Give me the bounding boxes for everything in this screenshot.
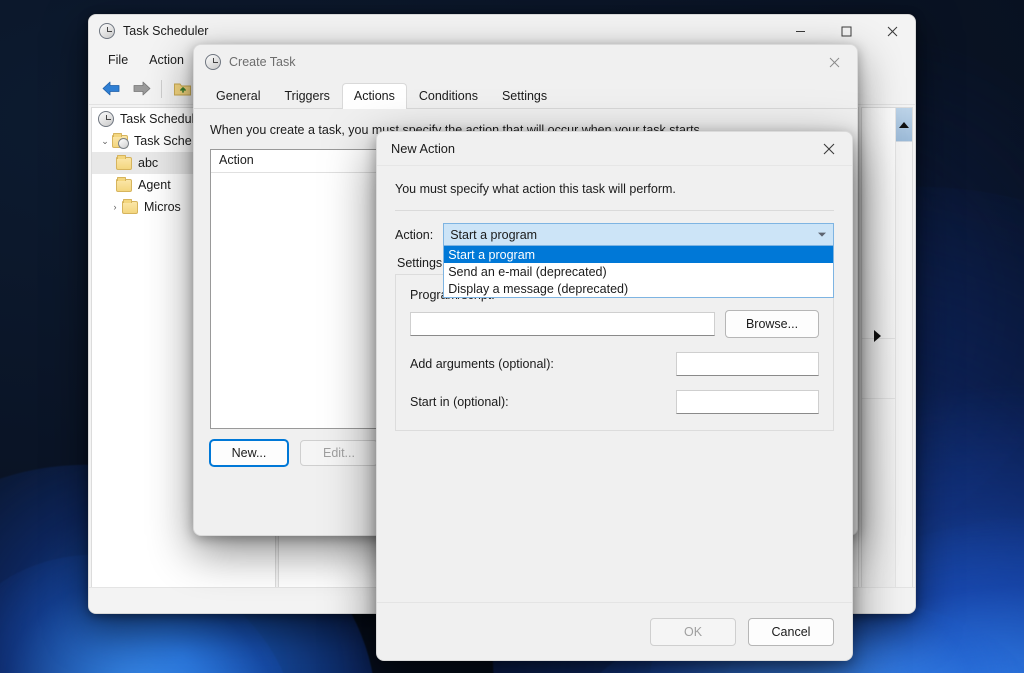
tree-item-label: Task Sche xyxy=(134,134,192,148)
cancel-button[interactable]: Cancel xyxy=(748,618,834,646)
chevron-down-icon[interactable] xyxy=(818,232,826,236)
action-combobox-wrapper: Start a program Start a program Send an … xyxy=(443,223,834,246)
program-script-input[interactable] xyxy=(410,312,715,336)
window-controls xyxy=(777,15,915,47)
browse-button[interactable]: Browse... xyxy=(725,310,819,338)
dialog-title: Create Task xyxy=(229,55,295,69)
tab-general[interactable]: General xyxy=(204,83,272,109)
tab-actions[interactable]: Actions xyxy=(342,83,407,109)
scroll-up-button[interactable] xyxy=(896,108,912,142)
edit-action-button: Edit... xyxy=(300,440,378,466)
action-combobox[interactable]: Start a program xyxy=(443,223,834,246)
arguments-row: Add arguments (optional): xyxy=(410,352,819,376)
folder-icon xyxy=(122,201,138,214)
action-select-row: Action: Start a program Start a program … xyxy=(395,223,834,246)
close-button[interactable] xyxy=(869,15,915,47)
start-in-input[interactable] xyxy=(676,390,819,414)
folder-icon xyxy=(116,179,132,192)
maximize-button[interactable] xyxy=(823,15,869,47)
column-header-action[interactable]: Action xyxy=(211,150,401,172)
tree-item-label: Agent xyxy=(138,178,171,192)
up-folder-icon[interactable] xyxy=(168,76,196,102)
create-task-close-button[interactable] xyxy=(811,45,857,79)
dialog-identity: Create Task xyxy=(194,54,295,70)
menu-file[interactable]: File xyxy=(99,50,137,70)
actions-pane-scrollbar[interactable] xyxy=(895,108,912,612)
option-display-a-message[interactable]: Display a message (deprecated) xyxy=(444,280,833,297)
task-scheduler-titlebar: Task Scheduler xyxy=(89,15,915,47)
new-action-dialog: New Action You must specify what action … xyxy=(376,131,853,661)
new-action-titlebar: New Action xyxy=(377,132,852,166)
create-task-titlebar: Create Task xyxy=(194,45,857,79)
option-start-a-program[interactable]: Start a program xyxy=(444,246,833,263)
program-row: Browse... xyxy=(410,310,819,338)
pane-divider xyxy=(862,398,895,399)
start-in-row: Start in (optional): xyxy=(410,390,819,414)
clock-icon xyxy=(205,54,221,70)
tab-triggers[interactable]: Triggers xyxy=(272,83,341,109)
tab-settings[interactable]: Settings xyxy=(490,83,559,109)
action-combobox-value: Start a program xyxy=(450,228,537,242)
chevron-right-icon[interactable] xyxy=(874,330,881,342)
new-action-body: You must specify what action this task w… xyxy=(377,166,852,431)
folder-icon xyxy=(116,157,132,170)
new-action-close-button[interactable] xyxy=(806,132,852,166)
divider xyxy=(395,210,834,211)
new-action-button[interactable]: New... xyxy=(210,440,288,466)
forward-arrow-icon[interactable] xyxy=(127,76,155,102)
add-arguments-input[interactable] xyxy=(676,352,819,376)
clock-icon xyxy=(99,23,115,39)
add-arguments-label: Add arguments (optional): xyxy=(410,357,676,371)
tree-item-label: Micros xyxy=(144,200,181,214)
tab-conditions[interactable]: Conditions xyxy=(407,83,490,109)
minimize-button[interactable] xyxy=(777,15,823,47)
chevron-down-icon[interactable]: ⌄ xyxy=(98,136,112,147)
actions-pane xyxy=(861,107,913,613)
start-in-label: Start in (optional): xyxy=(410,395,676,409)
titlebar-identity: Task Scheduler xyxy=(89,23,208,39)
new-action-description: You must specify what action this task w… xyxy=(395,182,834,196)
create-task-tabs: General Triggers Actions Conditions Sett… xyxy=(194,79,857,109)
chevron-right-icon[interactable]: › xyxy=(108,202,122,212)
new-action-footer: OK Cancel xyxy=(377,602,852,660)
menu-action[interactable]: Action xyxy=(140,50,193,70)
new-action-title: New Action xyxy=(377,141,455,156)
toolbar-separator xyxy=(161,80,162,98)
action-label: Action: xyxy=(395,228,433,242)
ok-button: OK xyxy=(650,618,736,646)
folder-clock-icon xyxy=(112,135,128,148)
clock-icon xyxy=(98,111,114,127)
option-send-an-email[interactable]: Send an e-mail (deprecated) xyxy=(444,263,833,280)
action-combobox-dropdown[interactable]: Start a program Send an e-mail (deprecat… xyxy=(443,246,834,298)
tree-item-label: abc xyxy=(138,156,158,170)
window-title: Task Scheduler xyxy=(123,24,208,38)
back-arrow-icon[interactable] xyxy=(97,76,125,102)
